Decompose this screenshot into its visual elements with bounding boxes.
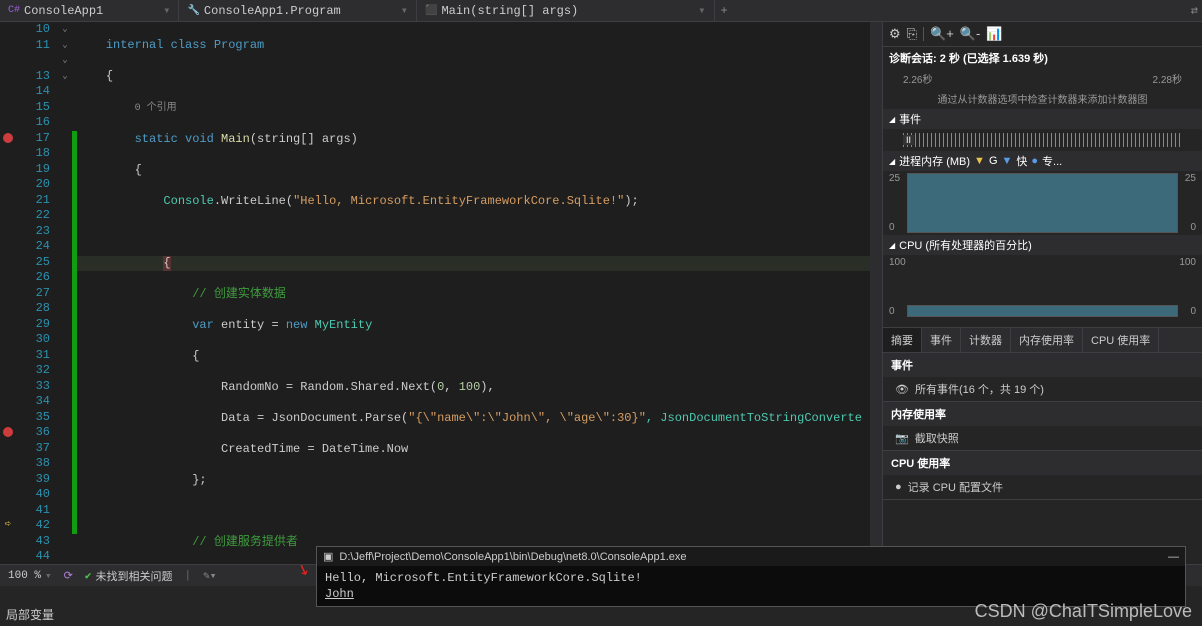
wand-icon[interactable]: ✎▾ — [203, 569, 216, 583]
nav-method[interactable]: ⬛ Main(string[] args) ▾ — [417, 0, 715, 21]
memory-chart[interactable]: 25 25 0 0 — [887, 173, 1198, 233]
eye-icon: 👁 — [895, 383, 909, 396]
execution-arrow-icon: ➪ — [0, 517, 16, 531]
minimize-icon[interactable]: — — [1168, 551, 1179, 563]
console-output: Hello, Microsoft.EntityFrameworkCore.Sql… — [317, 566, 1185, 606]
class-icon: 🔧 — [187, 5, 199, 17]
method-icon: ⬛ — [425, 5, 437, 17]
nav-method-label: Main(string[] args) — [441, 4, 578, 18]
breakpoint-icon[interactable] — [3, 427, 13, 437]
diagnostics-toolbar: ⚙ ⎘ 🔍+ 🔍- 📊 — [883, 22, 1202, 47]
issues-status[interactable]: ✔未找到相关问题 — [85, 568, 173, 584]
console-titlebar[interactable]: ▣ D:\Jeff\Project\Demo\ConsoleApp1\bin\D… — [317, 547, 1185, 566]
codelens-refs[interactable]: 0 个引用 — [135, 103, 177, 114]
counter-hint: 通过从计数器选项中检查计数器来添加计数器图 — [883, 88, 1202, 109]
line-numbers: 1011131415161718192021222324252627282930… — [16, 22, 58, 564]
refresh-icon[interactable]: ⟳ — [64, 569, 73, 583]
gear-icon[interactable]: ⚙ — [889, 26, 901, 42]
console-line: John — [325, 587, 354, 601]
code-editor[interactable]: ➪ 10111314151617181920212223242526272829… — [0, 22, 882, 564]
panel-snapshot-item[interactable]: 📷截取快照 — [883, 426, 1202, 450]
nav-project-label: ConsoleApp1 — [24, 4, 103, 18]
breakpoint-gutter[interactable]: ➪ — [0, 22, 16, 564]
memory-section-header[interactable]: ◢进程内存 (MB) ▼G ▼快 ●专... — [883, 151, 1202, 171]
diag-session-label: 诊断会话: 2 秒 (已选择 1.639 秒) — [883, 47, 1202, 69]
cpu-chart[interactable]: 100 100 0 0 — [887, 257, 1198, 317]
cmd-icon: ▣ — [323, 550, 333, 563]
console-title-text: D:\Jeff\Project\Demo\ConsoleApp1\bin\Deb… — [339, 551, 686, 563]
nav-add-button[interactable]: + — [715, 4, 734, 18]
console-window: ▣ D:\Jeff\Project\Demo\ConsoleApp1\bin\D… — [316, 546, 1186, 607]
check-icon: ✔ — [85, 569, 92, 583]
panel-memory-header: 内存使用率 — [883, 402, 1202, 426]
panel-cpu-header: CPU 使用率 — [883, 451, 1202, 475]
nav-class-label: ConsoleApp1.Program — [204, 4, 341, 18]
diagnostics-panel: ⚙ ⎘ 🔍+ 🔍- 📊 诊断会话: 2 秒 (已选择 1.639 秒) 2.26… — [882, 22, 1202, 564]
swap-icon[interactable]: ⇄ — [1187, 3, 1202, 18]
tab-summary[interactable]: 摘要 — [883, 328, 922, 352]
record-icon: ● — [895, 481, 902, 493]
tab-memory[interactable]: 内存使用率 — [1011, 328, 1083, 352]
camera-icon: 📷 — [895, 432, 909, 445]
panel-events-item[interactable]: 👁所有事件(16 个，共 19 个) — [883, 377, 1202, 401]
panel-record-cpu-item[interactable]: ●记录 CPU 配置文件 — [883, 475, 1202, 499]
timeline: 2.26秒2.28秒 — [883, 69, 1202, 88]
tab-cpu[interactable]: CPU 使用率 — [1083, 328, 1159, 352]
fold-column[interactable]: ⌄⌄⌄⌄ — [58, 22, 72, 564]
pause-icon: II — [903, 135, 914, 145]
events-track: II — [903, 133, 1182, 147]
tab-counters[interactable]: 计数器 — [961, 328, 1011, 352]
panel-events-header: 事件 — [883, 353, 1202, 377]
csharp-icon: C# — [8, 5, 20, 16]
code-content[interactable]: internal class Program { 0 个引用 static vo… — [77, 22, 870, 564]
breadcrumb-bar: C# ConsoleApp1 ▾ 🔧 ConsoleApp1.Program ▾… — [0, 0, 1202, 22]
events-section-header[interactable]: ◢事件 — [883, 109, 1202, 129]
nav-project[interactable]: C# ConsoleApp1 ▾ — [0, 0, 179, 21]
nav-class[interactable]: 🔧 ConsoleApp1.Program ▾ — [179, 0, 417, 21]
zoom-in-icon[interactable]: 🔍+ — [930, 26, 954, 42]
tab-events[interactable]: 事件 — [922, 328, 961, 352]
local-variables-tab[interactable]: 局部变量 — [6, 606, 54, 623]
zoom-out-icon[interactable]: 🔍- — [960, 26, 981, 42]
export-icon[interactable]: ⎘ — [907, 26, 917, 42]
diag-tabs: 摘要 事件 计数器 内存使用率 CPU 使用率 — [883, 327, 1202, 353]
chart-icon[interactable]: 📊 — [986, 26, 1002, 42]
editor-scrollbar[interactable] — [870, 22, 882, 564]
cpu-section-header[interactable]: ◢CPU (所有处理器的百分比) — [883, 235, 1202, 255]
console-line: Hello, Microsoft.EntityFrameworkCore.Sql… — [325, 570, 1177, 586]
breakpoint-icon[interactable] — [3, 133, 13, 143]
zoom-level[interactable]: 100 %▾ — [8, 569, 52, 583]
